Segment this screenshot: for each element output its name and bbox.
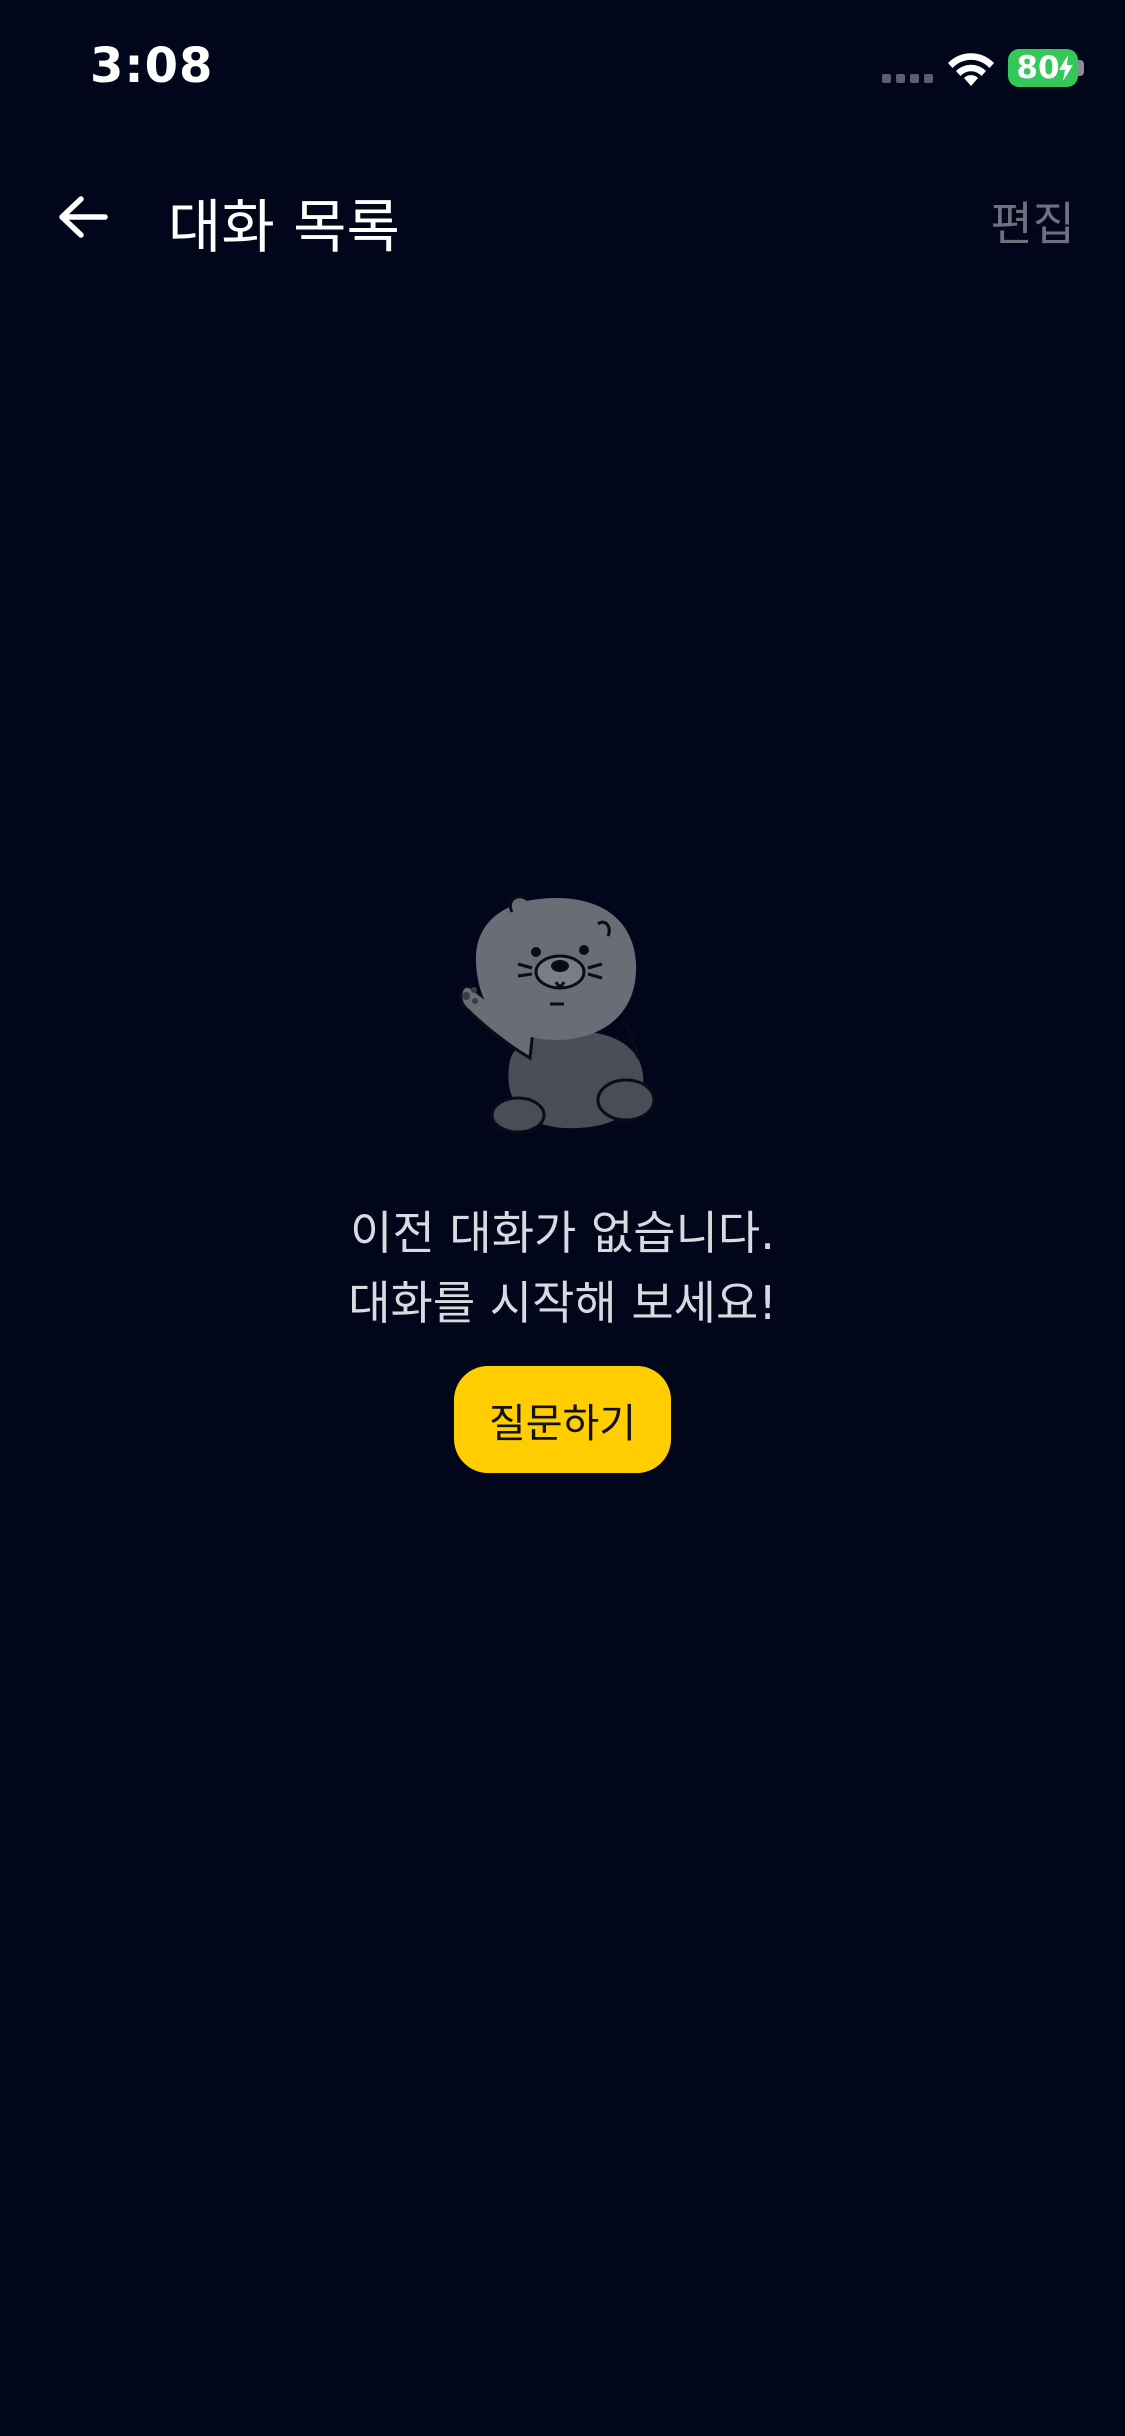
arrow-left-icon bbox=[59, 196, 108, 238]
waving-bear-illustration bbox=[459, 895, 656, 1134]
status-bar: 3:08 80 bbox=[0, 0, 1125, 135]
empty-state-message: 이전 대화가 없습니다. 대화를 시작해 보세요! bbox=[0, 1198, 1125, 1338]
empty-message-line1: 이전 대화가 없습니다. bbox=[350, 1206, 775, 1260]
status-time: 3:08 bbox=[90, 38, 214, 94]
wifi-icon bbox=[948, 53, 994, 86]
ask-question-button[interactable]: 질문하기 bbox=[454, 1366, 671, 1473]
edit-button[interactable]: 편집 bbox=[990, 188, 1075, 254]
empty-message-line2: 대화를 시작해 보세요! bbox=[348, 1276, 777, 1330]
battery-cap bbox=[1078, 60, 1084, 76]
cellular-signal-icon bbox=[882, 74, 934, 84]
screen: 3:08 80 대화 목록 편집 이전 대화가 없습니다. 대화를 시작해 보세… bbox=[0, 0, 1125, 2436]
battery-indicator: 80 bbox=[1008, 49, 1078, 87]
charging-bolt-icon bbox=[1059, 55, 1073, 81]
page-title: 대화 목록 bbox=[168, 193, 400, 261]
back-button[interactable] bbox=[48, 182, 118, 252]
nav-header: 대화 목록 편집 bbox=[0, 160, 1125, 270]
